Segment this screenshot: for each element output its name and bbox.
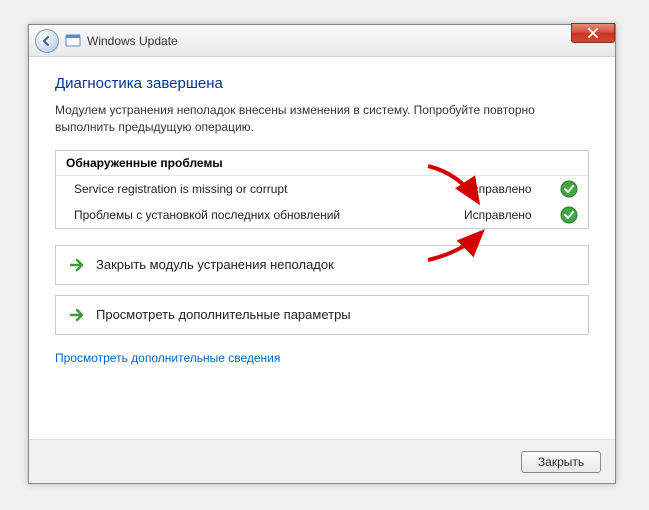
problem-status: Исправлено xyxy=(464,208,544,222)
check-icon xyxy=(560,180,578,198)
troubleshooter-window: Windows Update Диагностика завершена Мод… xyxy=(28,24,616,484)
close-icon xyxy=(587,28,599,38)
close-button[interactable]: Закрыть xyxy=(521,451,601,473)
problem-name: Service registration is missing or corru… xyxy=(74,182,464,196)
close-troubleshooter-action[interactable]: Закрыть модуль устранения неполадок xyxy=(55,245,589,285)
close-window-button[interactable] xyxy=(571,23,615,43)
content-area: Диагностика завершена Модулем устранения… xyxy=(29,57,615,379)
page-heading: Диагностика завершена xyxy=(55,75,589,92)
titlebar: Windows Update xyxy=(29,25,615,57)
problem-status: Исправлено xyxy=(464,182,544,196)
footer: Закрыть xyxy=(29,439,615,483)
problem-row: Проблемы с установкой последних обновлен… xyxy=(56,202,588,228)
problem-name: Проблемы с установкой последних обновлен… xyxy=(74,208,464,222)
arrow-right-icon xyxy=(68,256,86,274)
problem-row: Service registration is missing or corru… xyxy=(56,176,588,202)
view-details-link[interactable]: Просмотреть дополнительные сведения xyxy=(55,351,280,365)
back-arrow-icon xyxy=(41,35,53,47)
app-icon xyxy=(65,33,81,49)
check-icon xyxy=(560,206,578,224)
arrow-right-icon xyxy=(68,306,86,324)
action-label: Просмотреть дополнительные параметры xyxy=(96,307,351,322)
problems-panel: Обнаруженные проблемы Service registrati… xyxy=(55,150,589,229)
problems-header: Обнаруженные проблемы xyxy=(56,151,588,176)
page-subtext: Модулем устранения неполадок внесены изм… xyxy=(55,102,589,136)
back-button[interactable] xyxy=(35,29,59,53)
view-additional-options-action[interactable]: Просмотреть дополнительные параметры xyxy=(55,295,589,335)
window-title: Windows Update xyxy=(87,34,178,48)
close-button-label: Закрыть xyxy=(538,455,584,469)
action-label: Закрыть модуль устранения неполадок xyxy=(96,257,334,272)
